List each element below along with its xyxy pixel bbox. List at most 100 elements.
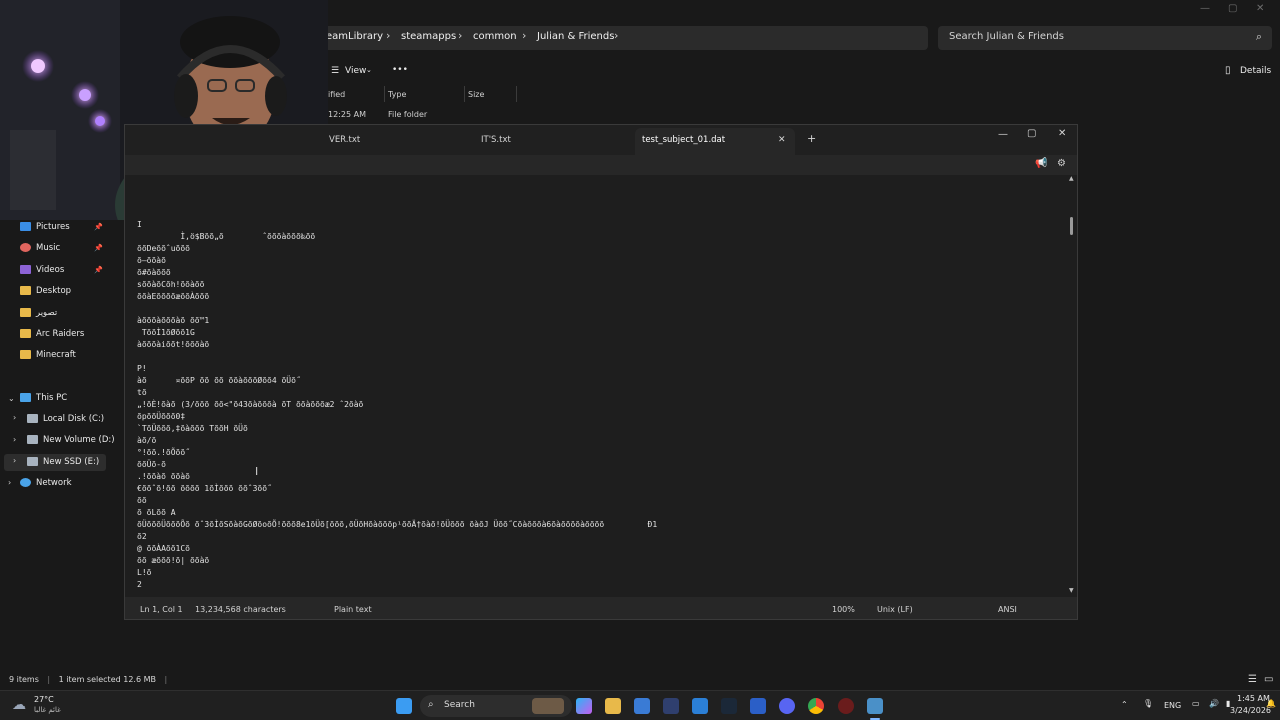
chevron-right-icon[interactable]: › xyxy=(13,435,16,444)
tab-test-subject-dat[interactable]: test_subject_01.dat xyxy=(642,135,725,145)
app-icon[interactable] xyxy=(692,698,708,714)
column-divider[interactable] xyxy=(384,86,385,102)
copilot-icon[interactable]: 📢 xyxy=(1035,158,1047,169)
maximize-icon[interactable]: ▢ xyxy=(1228,3,1237,14)
close-icon[interactable]: ✕ xyxy=(1058,128,1066,139)
status-divider: | xyxy=(164,675,168,684)
chevron-up-icon[interactable]: ⌃ xyxy=(1121,700,1128,709)
notepad-icon[interactable] xyxy=(867,698,883,714)
folder-icon xyxy=(20,350,31,359)
scrollbar-thumb[interactable] xyxy=(1070,217,1073,235)
sidebar-item-videos[interactable]: Videos xyxy=(20,262,64,278)
notepad-text-area[interactable]: I Ì,ö$Bõõ„õ ˆõõõàõõõ‰õõ õõDeõõˆuõõõ õ–õõàõ… xyxy=(125,175,1067,597)
weather-temperature[interactable]: 27°C xyxy=(34,695,54,704)
text-line: P! xyxy=(137,364,147,373)
chevron-right-icon[interactable]: › xyxy=(13,413,16,422)
sidebar-item-new-ssd[interactable]: New SSD (E:) xyxy=(27,454,99,470)
pin-icon: 📌 xyxy=(94,266,103,274)
cursor-position[interactable]: Ln 1, Col 1 xyxy=(140,605,183,614)
gear-icon[interactable]: ⚙ xyxy=(1057,158,1066,169)
column-type[interactable]: Type xyxy=(388,90,406,99)
photos-icon[interactable] xyxy=(634,698,650,714)
minimize-icon[interactable]: — xyxy=(1200,3,1210,14)
sidebar-item-folder[interactable]: تصوير xyxy=(20,305,57,321)
row-modified: 12:25 AM xyxy=(328,110,366,119)
line-ending[interactable]: Unix (LF) xyxy=(877,605,913,614)
new-tab-icon[interactable]: + xyxy=(807,132,816,145)
app-icon[interactable] xyxy=(838,698,854,714)
column-modified[interactable]: ified xyxy=(328,90,345,99)
clock-time[interactable]: 1:45 AM xyxy=(1237,694,1270,703)
sidebar-item-minecraft[interactable]: Minecraft xyxy=(20,347,76,363)
tab-its-txt[interactable]: IT'S.txt xyxy=(481,135,511,145)
column-size[interactable]: Size xyxy=(468,90,484,99)
search-placeholder: Search Julian & Friends xyxy=(949,31,1064,42)
chrome-icon[interactable] xyxy=(808,698,824,714)
details-button[interactable]: Details xyxy=(1240,66,1271,76)
selection-info: 1 item selected 12.6 MB xyxy=(58,675,156,684)
sidebar-item-music[interactable]: Music xyxy=(20,240,60,256)
breadcrumb-item[interactable]: steamapps xyxy=(401,31,456,42)
steam-icon[interactable] xyxy=(721,698,737,714)
more-options-button[interactable]: ••• xyxy=(392,65,408,75)
volume-icon[interactable]: 🔊 xyxy=(1209,699,1219,708)
folder-icon xyxy=(20,308,31,317)
discord-icon[interactable] xyxy=(779,698,795,714)
file-explorer-icon[interactable] xyxy=(605,698,621,714)
chevron-down-icon: ⌄ xyxy=(366,66,372,74)
network-icon[interactable]: ▭ xyxy=(1192,699,1200,708)
microphone-icon[interactable]: 🎙 xyxy=(1143,699,1153,708)
store-icon[interactable] xyxy=(663,698,679,714)
taskbar-search-box[interactable]: ⌕ Search xyxy=(420,695,572,717)
column-divider[interactable] xyxy=(464,86,465,102)
search-input[interactable]: Search Julian & Friends ⌕ xyxy=(938,26,1272,50)
breadcrumb-item[interactable]: eamLibrary xyxy=(326,31,383,42)
text-line: sõõàõCõh!õõàõõ xyxy=(137,280,205,289)
column-divider[interactable] xyxy=(516,86,517,102)
language-indicator[interactable]: ENG xyxy=(1164,701,1181,710)
breadcrumb-item[interactable]: common xyxy=(473,31,517,42)
close-tab-icon[interactable]: ✕ xyxy=(778,135,786,145)
scroll-down-icon[interactable]: ▼ xyxy=(1069,587,1074,594)
close-icon[interactable]: ✕ xyxy=(1256,3,1264,14)
scroll-up-icon[interactable]: ▲ xyxy=(1069,175,1074,182)
zoom-level[interactable]: 100% xyxy=(832,605,855,614)
breadcrumb-chevron-icon: › xyxy=(386,29,391,42)
sidebar-item-this-pc[interactable]: This PC xyxy=(20,390,67,406)
text-line: àõõõàiõõt!õõõàõ xyxy=(137,340,210,349)
pin-icon: 📌 xyxy=(94,244,103,252)
clock-date[interactable]: 3/24/2026 xyxy=(1230,706,1271,715)
tiles-view-icon[interactable]: ▭ xyxy=(1264,674,1273,685)
chevron-right-icon[interactable]: › xyxy=(13,456,16,465)
sidebar-item-arc-raiders[interactable]: Arc Raiders xyxy=(20,326,84,342)
details-view-icon[interactable]: ☰ xyxy=(1248,674,1257,685)
music-icon xyxy=(20,243,31,252)
text-format[interactable]: Plain text xyxy=(334,605,372,614)
notifications-icon[interactable]: 🔔 xyxy=(1266,699,1276,708)
vertical-scrollbar[interactable]: ▲ ▼ xyxy=(1067,175,1077,597)
text-line: àõ ¤õõP õõ õõ õõàõõõØõõ4 õÜõ˝ xyxy=(137,376,301,385)
view-icon: ☰ xyxy=(331,66,340,76)
chevron-right-icon[interactable]: › xyxy=(8,478,11,487)
minimize-icon[interactable]: — xyxy=(998,129,1008,140)
sidebar-item-new-volume[interactable]: New Volume (D:) xyxy=(27,432,115,448)
copilot-icon[interactable] xyxy=(576,698,592,714)
outlook-icon[interactable] xyxy=(750,698,766,714)
text-line: .!õõàõ õõàõ xyxy=(137,472,190,481)
chevron-down-icon[interactable]: ⌄ xyxy=(8,394,15,403)
tab-ver-txt[interactable]: VER.txt xyxy=(329,135,360,145)
sidebar-item-pictures[interactable]: Pictures xyxy=(20,219,70,235)
weather-icon[interactable]: ☁ xyxy=(12,697,26,713)
breadcrumb-item[interactable]: Julian & Friends xyxy=(537,31,614,42)
sidebar-item-local-disk[interactable]: Local Disk (C:) xyxy=(27,411,104,427)
pin-icon: 📌 xyxy=(94,223,103,231)
sidebar-item-desktop[interactable]: Desktop xyxy=(20,283,71,299)
text-line: õõ æõõõ!õ| õõàõ xyxy=(137,556,210,565)
sidebar-item-label: Pictures xyxy=(36,222,70,232)
maximize-icon[interactable]: ▢ xyxy=(1027,128,1036,139)
view-button[interactable]: View xyxy=(345,66,366,76)
sidebar-item-network[interactable]: Network xyxy=(20,475,72,491)
encoding[interactable]: ANSI xyxy=(998,605,1017,614)
sidebar-item-label: Music xyxy=(36,243,61,253)
windows-start-icon[interactable] xyxy=(396,698,412,714)
